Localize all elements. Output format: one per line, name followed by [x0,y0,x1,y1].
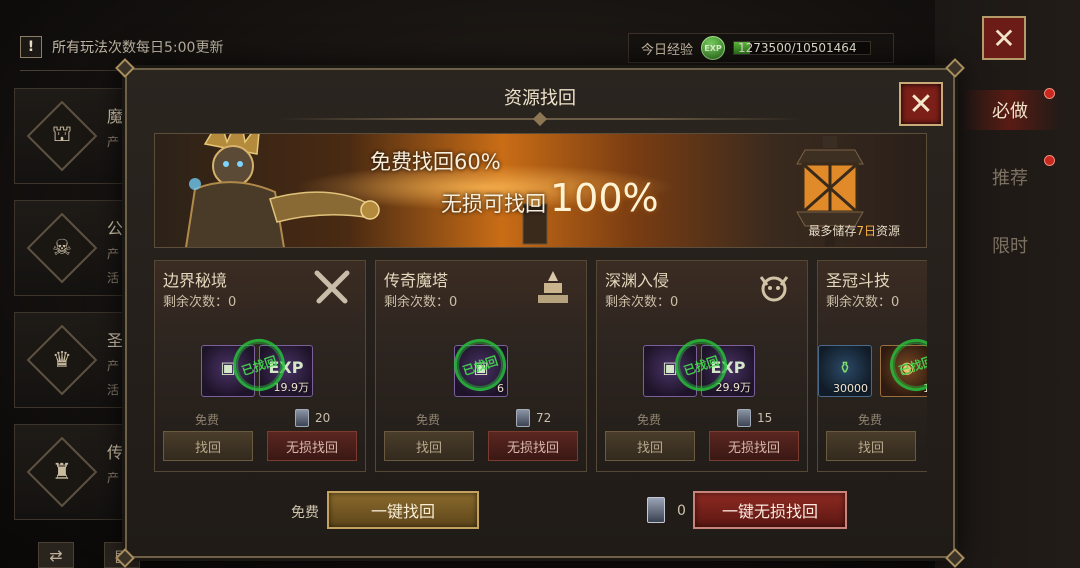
lossless-recover-button[interactable]: 无损找回 [709,431,799,461]
pirate-emblem-icon: ☠ [26,212,98,284]
notification-dot [1044,88,1055,99]
notification-dot [1044,155,1055,166]
exclamation-icon: ! [20,36,42,58]
daily-reset-notice: ! 所有玩法次数每日5:00更新 [20,33,223,61]
side-card-4[interactable]: ♜ 传 产 [14,424,134,520]
activity-card-border-realm: 边界秘境 剩余次数：0 ▣ EXP 19.9万 已找回 免费 20 找回 无损找… [154,260,366,472]
footer-cost: 0 [677,503,686,519]
daily-exp-bar: 1273500/10501464 [733,41,872,55]
banner-free-rate: 免费找回60% [370,150,501,174]
free-label: 免费 [858,413,883,427]
card-remaining: 剩余次数：0 [605,295,679,310]
daily-exp-value: 1273500/10501464 [738,41,857,55]
side-card-title: 传 [107,443,124,462]
altar-icon [538,271,568,303]
refresh-icon[interactable]: ⇄ [38,542,74,568]
title-ornament [532,111,548,127]
free-label: 免费 [637,413,662,427]
potion-item[interactable]: ⚱ 30000 [818,345,872,397]
activity-card-list[interactable]: 边界秘境 剩余次数：0 ▣ EXP 19.9万 已找回 免费 20 找回 无损找… [154,260,927,474]
side-card-sub: 产 [107,359,120,373]
lossless-recover-button[interactable]: 无损找回 [267,431,357,461]
crystal-cost-icon [295,409,309,427]
card-remaining: 剩余次数：0 [826,295,900,310]
banner-lossless-rate: 无损可找回 100% [441,176,659,220]
castle-emblem-icon: ⛫ [26,100,98,172]
close-icon[interactable]: ✕ [982,16,1026,60]
side-card-1[interactable]: ⛫ 魔 产 [14,88,134,184]
banner-note-prefix: 最多储存 [808,224,857,238]
free-recover-button[interactable]: 找回 [826,431,916,461]
side-card-title: 圣 [107,331,124,350]
banner-lossless-percent: 100% [550,176,659,220]
item-quantity: 6 [497,382,504,395]
one-key-recover-button[interactable]: 一键找回 [327,491,479,529]
promo-banner: 免费找回60% 无损可找回 100% 最多储存7日资源 [154,133,927,248]
daily-exp-label: 今日经验 [641,42,694,58]
tower-emblem-icon: ♜ [26,436,98,508]
crystal-cost-icon [647,497,665,523]
crystal-cost-icon [516,409,530,427]
free-label: 免费 [195,413,220,427]
banner-lossless-label: 无损可找回 [441,192,546,216]
card-title: 边界秘境 [163,271,228,290]
free-recover-button[interactable]: 找回 [384,431,474,461]
card-remaining: 剩余次数：0 [163,295,237,310]
crystal-cost-icon [737,409,751,427]
banner-note-suffix: 资源 [875,224,900,238]
activity-card-abyss-invasion: 深渊入侵 剩余次数：0 ▣ EXP 29.9万 已找回 免费 15 找回 无损找… [596,260,808,472]
side-card-title: 公 [107,219,124,238]
banner-note-days: 7日 [856,224,876,238]
side-card-sub: 产 [107,247,120,261]
dialog-close-button[interactable]: ✕ [899,82,943,126]
dialog-title: 资源找回 [504,88,576,109]
card-title: 深渊入侵 [605,271,670,290]
card-title: 传奇魔塔 [384,271,449,290]
side-card-sub: 活 [107,383,120,397]
daily-exp-panel: 今日经验 EXP 1273500/10501464 [628,33,894,63]
lossless-cost: 15 [757,411,773,425]
activity-card-legend-tower: 传奇魔塔 剩余次数：0 ▣ 6 已找回 免费 72 找回 无损找回 [375,260,587,472]
footer-free-label: 免费 [291,505,319,521]
demon-skull-icon [759,276,789,302]
tab-limited[interactable]: 限时 [960,225,1060,265]
one-key-lossless-recover-button[interactable]: 一键无损找回 [693,491,847,529]
free-recover-button[interactable]: 找回 [605,431,695,461]
free-label: 免费 [416,413,441,427]
lossless-cost: 20 [315,411,331,425]
side-card-sub: 产 [107,471,120,485]
activity-card-crown-arena: 圣冠斗技 剩余次数：0 ⚱ 30000 ◉ 1 已找回 免费 找回 [817,260,927,472]
lossless-cost: 72 [536,411,552,425]
side-card-3[interactable]: ♛ 圣 产 活 [14,312,134,408]
side-card-sub: 活 [107,271,120,285]
side-card-2[interactable]: ☠ 公 产 活 [14,200,134,296]
side-card-title: 魔 [107,107,124,126]
lossless-recover-button[interactable]: 无损找回 [488,431,578,461]
side-card-sub: 产 [107,135,120,149]
potion-icon: ⚱ [838,358,852,377]
card-remaining: 剩余次数：0 [384,295,458,310]
right-tab-panel [935,0,1080,568]
notice-text: 所有玩法次数每日5:00更新 [52,40,224,56]
exp-icon: EXP [701,36,726,60]
trophy-emblem-icon: ♛ [26,324,98,396]
item-quantity: 30000 [833,382,868,395]
card-title: 圣冠斗技 [826,271,891,290]
resource-recovery-dialog: 资源找回 ✕ 免费找回60% 无损可找回 100% 最多储存7日资源 边界秘境 … [115,58,965,568]
free-recover-button[interactable]: 找回 [163,431,253,461]
crossed-swords-icon [314,270,350,304]
banner-storage-note: 最多储存7日资源 [808,222,900,239]
golden-knight-illustration [185,134,380,247]
